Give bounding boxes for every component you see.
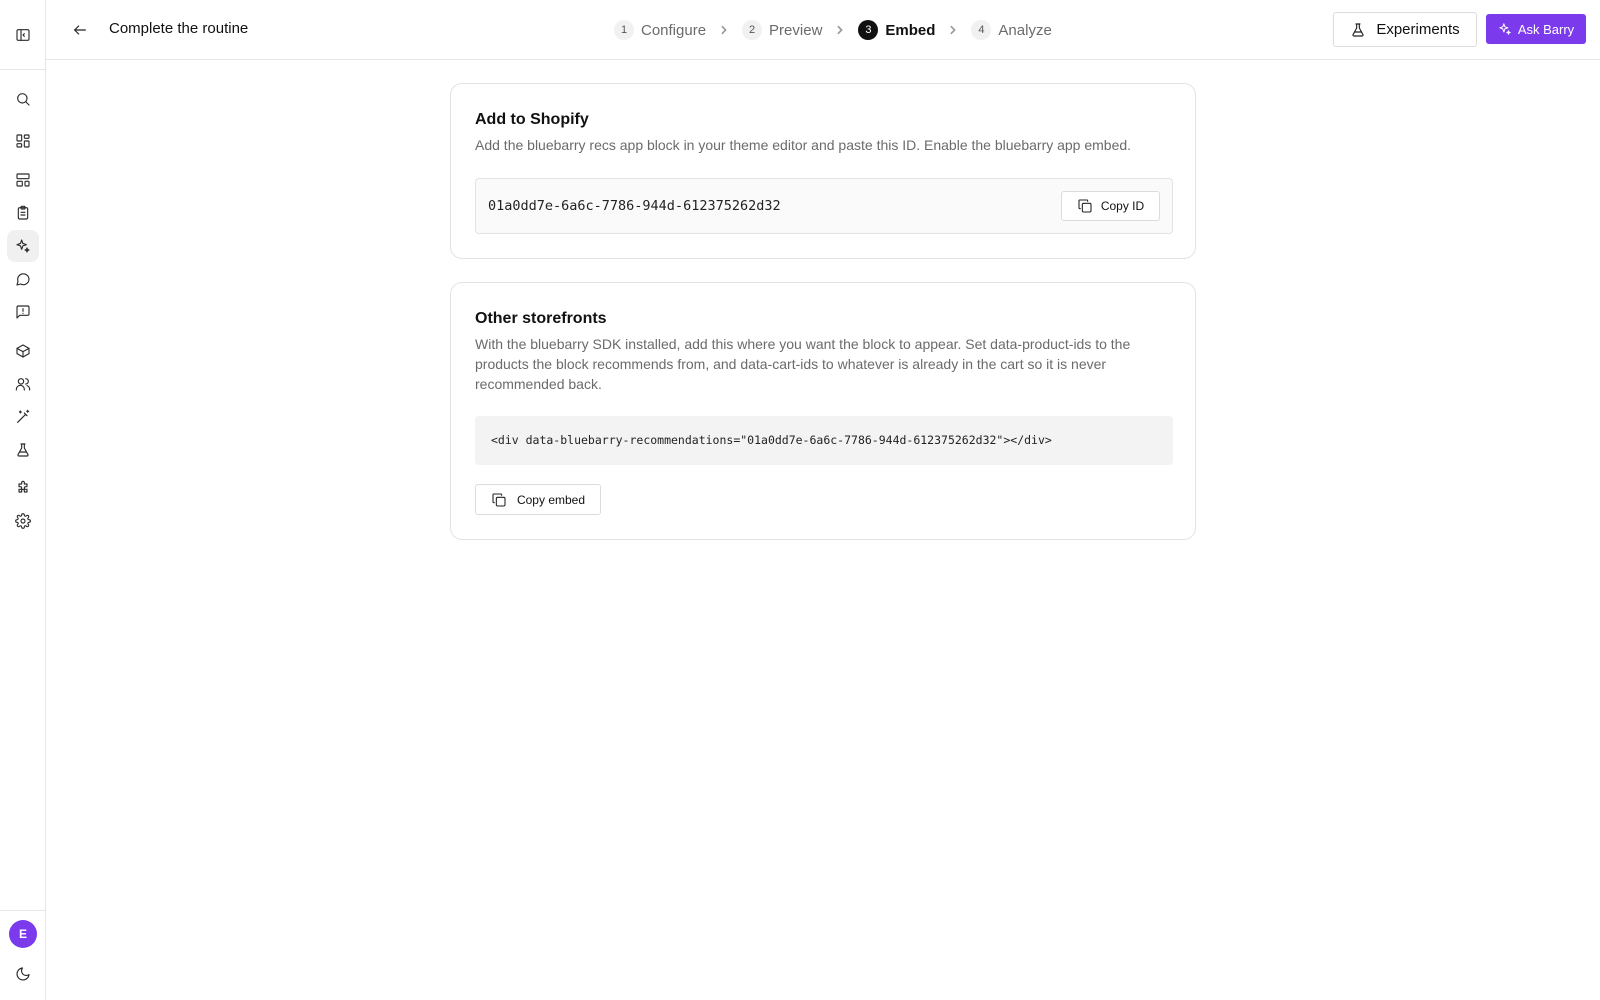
chevron-right-icon <box>947 24 959 36</box>
message-circle-icon[interactable] <box>7 263 39 295</box>
copy-icon <box>1078 199 1092 213</box>
card-description: Add the bluebarry recs app block in your… <box>475 137 1132 153</box>
users-icon[interactable] <box>7 368 39 400</box>
step-analyze[interactable]: 4 Analyze <box>971 20 1052 40</box>
embed-code-block: <div data-bluebarry-recommendations="01a… <box>475 416 1173 465</box>
card-title: Other storefronts <box>475 310 607 327</box>
block-id-value[interactable]: 01a0dd7e-6a6c-7786-944d-612375262d32 <box>488 198 781 214</box>
copy-embed-label: Copy embed <box>516 492 586 507</box>
top-bar: Complete the routine 1 Configure 2 Previ… <box>46 0 1600 60</box>
step-label: Configure <box>641 21 707 39</box>
copy-embed-button[interactable]: Copy embed <box>475 484 601 515</box>
experiments-button[interactable]: Experiments <box>1333 12 1477 47</box>
experiments-label: Experiments <box>1376 21 1460 38</box>
page-title: Complete the routine <box>109 20 249 37</box>
storefronts-card: Other storefronts With the bluebarry SDK… <box>450 282 1196 540</box>
moon-icon[interactable] <box>7 958 39 990</box>
flask-icon <box>1352 22 1364 37</box>
embed-code[interactable]: <div data-bluebarry-recommendations="01a… <box>491 433 1052 447</box>
ask-barry-button[interactable]: Ask Barry <box>1486 14 1586 44</box>
sidebar-toggle-icon[interactable] <box>7 19 39 51</box>
step-number: 3 <box>858 20 879 40</box>
sidebar-header <box>0 0 45 70</box>
message-square-icon[interactable] <box>7 296 39 328</box>
layout-icon[interactable] <box>7 164 39 196</box>
card-title: Add to Shopify <box>475 111 589 128</box>
step-number: 1 <box>614 20 634 40</box>
wand-icon[interactable] <box>7 401 39 433</box>
package-icon[interactable] <box>7 335 39 367</box>
puzzle-icon[interactable] <box>7 472 39 504</box>
copy-id-button[interactable]: Copy ID <box>1061 191 1160 221</box>
chevron-right-icon <box>834 24 846 36</box>
clipboard-icon[interactable] <box>7 197 39 229</box>
ask-barry-label: Ask Barry <box>1517 21 1575 37</box>
chevron-right-icon <box>718 24 730 36</box>
step-configure[interactable]: 1 Configure <box>614 20 706 40</box>
search-icon[interactable] <box>7 83 39 115</box>
dashboard-icon[interactable] <box>7 125 39 157</box>
stepper: 1 Configure 2 Preview 3 Embed 4 Analyze <box>614 18 1052 42</box>
step-number: 4 <box>971 20 992 40</box>
sparkles-icon <box>1499 23 1511 35</box>
step-label: Analyze <box>998 21 1052 39</box>
sparkles-icon[interactable] <box>7 230 39 262</box>
flask-icon[interactable] <box>7 434 39 466</box>
shopify-card: Add to Shopify Add the bluebarry recs ap… <box>450 83 1196 259</box>
back-arrow-icon[interactable] <box>68 18 92 42</box>
copy-id-label: Copy ID <box>1100 199 1145 213</box>
step-number: 2 <box>742 20 763 40</box>
sidebar-divider <box>0 910 45 911</box>
id-field: 01a0dd7e-6a6c-7786-944d-612375262d32 Cop… <box>475 178 1173 234</box>
step-label: Preview <box>769 21 823 39</box>
sidebar: E <box>0 0 46 1000</box>
card-description: With the bluebarry SDK installed, add th… <box>475 336 1131 392</box>
step-label: Embed <box>885 21 936 39</box>
copy-icon <box>492 492 506 507</box>
settings-icon[interactable] <box>7 505 39 537</box>
avatar[interactable]: E <box>9 920 37 948</box>
step-embed[interactable]: 3 Embed <box>858 20 935 40</box>
step-preview[interactable]: 2 Preview <box>742 20 822 40</box>
